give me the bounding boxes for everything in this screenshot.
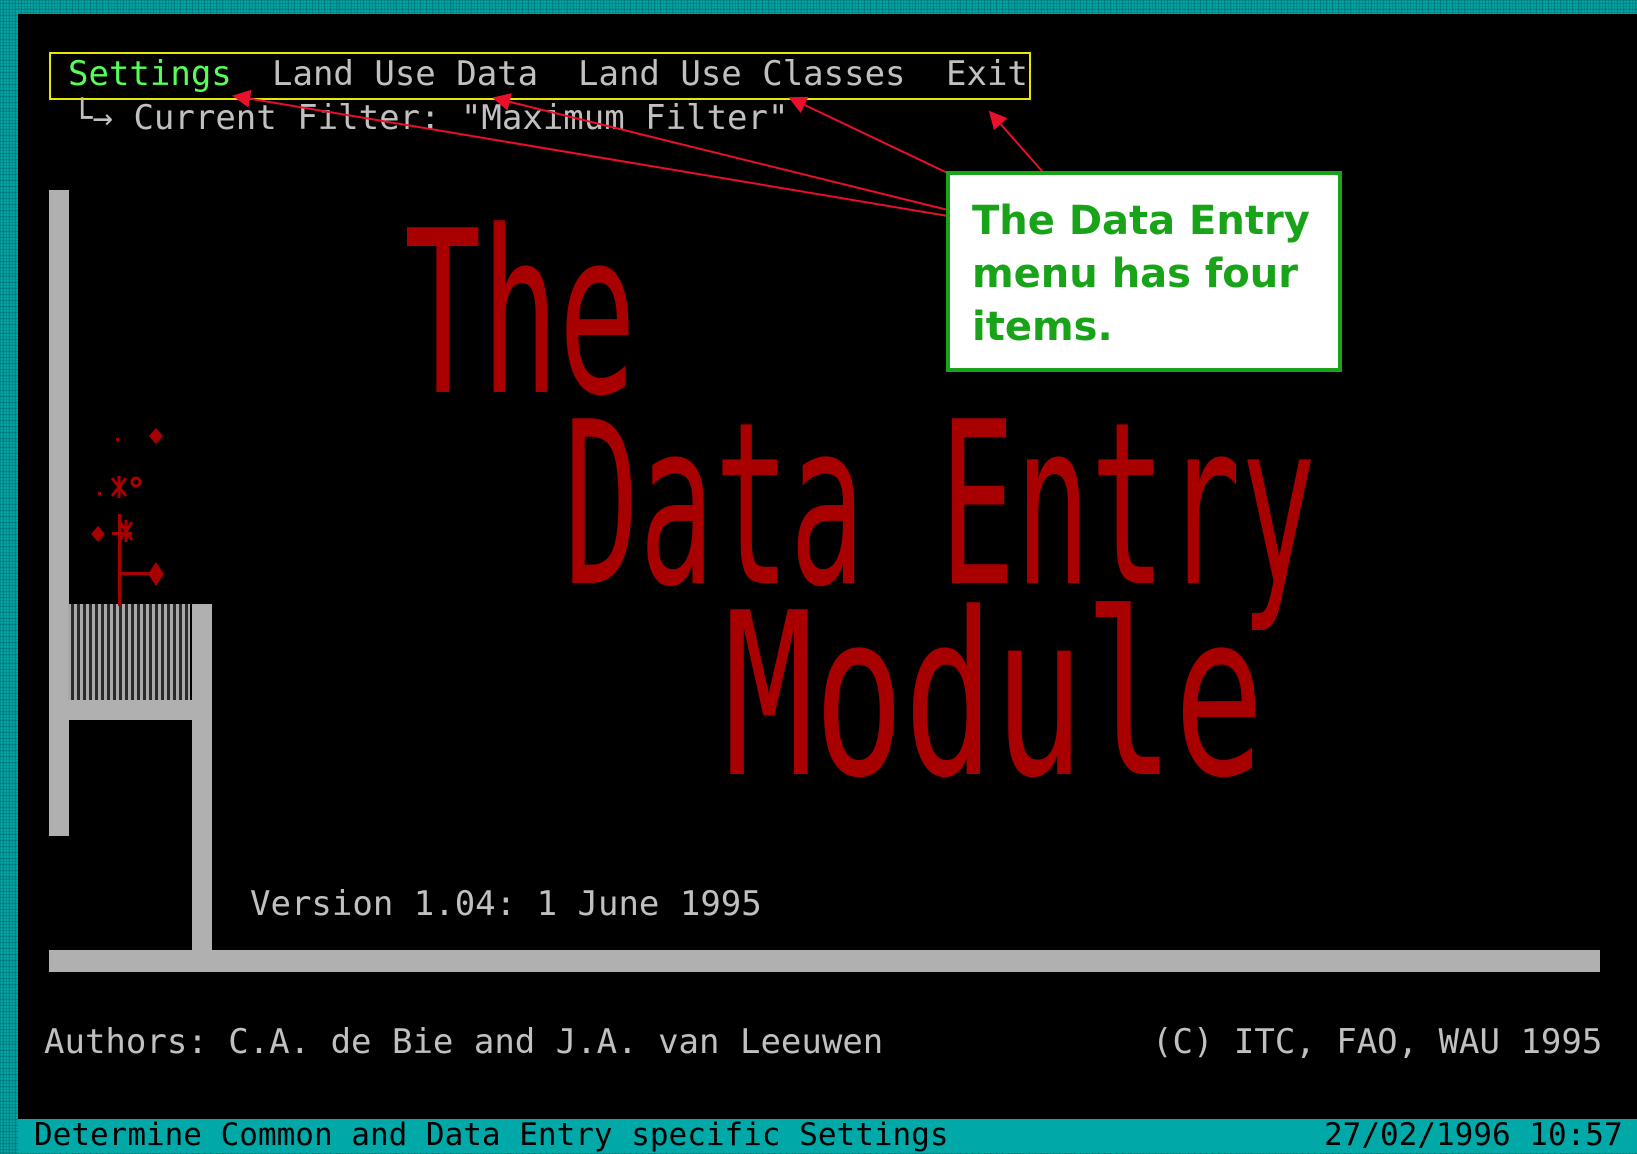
title-line-module: Module xyxy=(724,565,1264,828)
authors-label: Authors: C.A. de Bie and J.A. van Leeuwe… xyxy=(44,1022,884,1062)
status-datetime: 27/02/1996 10:57 xyxy=(1324,1117,1623,1153)
copyright-label: (C) ITC, FAO, WAU 1995 xyxy=(1152,1022,1603,1062)
annotation-callout: The Data Entry menu has four items. xyxy=(946,171,1342,372)
splash-title: The Data Entry Module xyxy=(404,183,1316,828)
version-label: Version 1.04: 1 June 1995 xyxy=(250,884,762,924)
status-message: Determine Common and Data Entry specific… xyxy=(34,1117,949,1153)
